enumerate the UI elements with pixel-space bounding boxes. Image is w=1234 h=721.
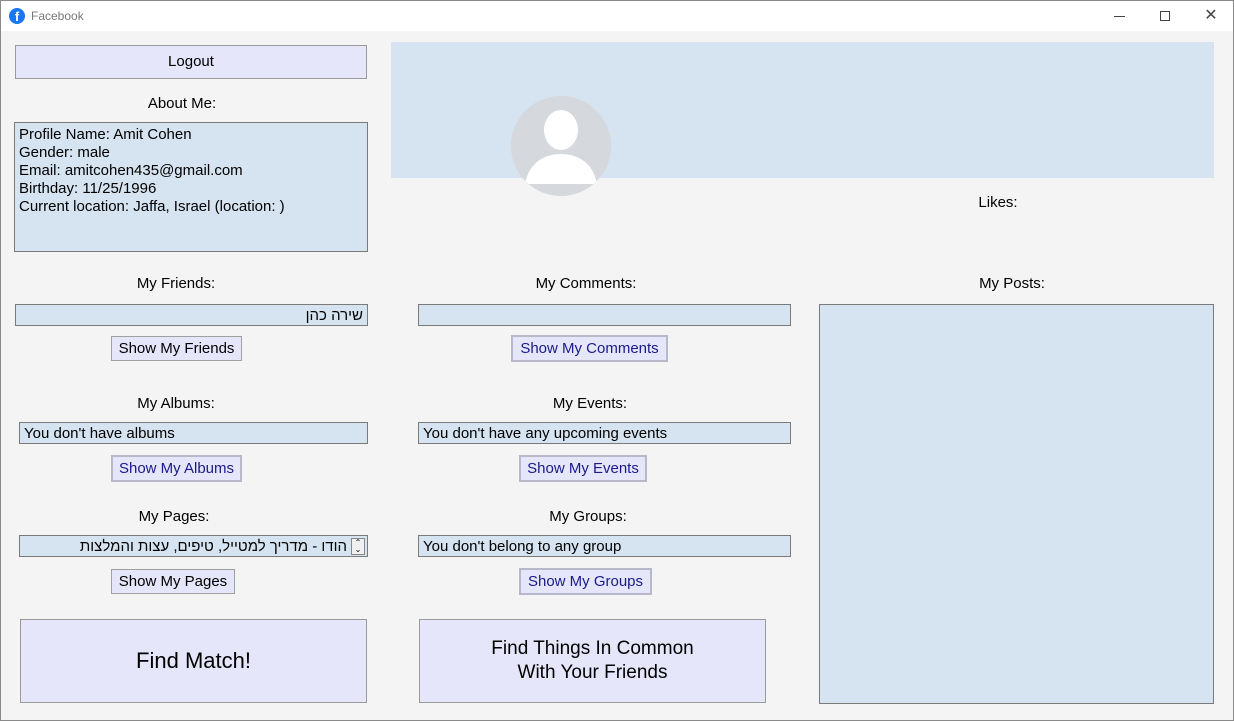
logout-button[interactable]: Logout: [15, 45, 367, 79]
find-things-in-common-button[interactable]: Find Things In Common With Your Friends: [419, 619, 766, 703]
my-pages-label: My Pages:: [138, 508, 210, 525]
find-common-line-1: Find Things In Common: [491, 638, 694, 659]
groups-combobox[interactable]: You don't belong to any group: [418, 535, 791, 557]
find-common-line-2: With Your Friends: [517, 662, 668, 683]
my-groups-label: My Groups:: [549, 508, 627, 525]
likes-label: Likes:: [978, 194, 1018, 211]
maximize-button[interactable]: [1142, 1, 1188, 31]
minimize-button[interactable]: [1096, 1, 1142, 31]
events-combobox[interactable]: You don't have any upcoming events: [418, 422, 791, 444]
about-me-textbox[interactable]: Profile Name: Amit Cohen Gender: male Em…: [14, 122, 368, 252]
about-line: Gender: male: [19, 144, 110, 161]
about-me-label: About Me:: [147, 95, 217, 112]
show-my-friends-button[interactable]: Show My Friends: [111, 336, 242, 361]
updown-icon[interactable]: ⌃ ⌄: [351, 538, 365, 555]
pages-value: הודו - מדריך למטייל, טיפים, עצות והמלצות: [79, 537, 347, 555]
posts-listbox[interactable]: [819, 304, 1214, 704]
profile-picture: [511, 96, 611, 196]
about-line: Email: amitcohen435@gmail.com: [19, 162, 243, 179]
my-albums-label: My Albums:: [137, 395, 215, 412]
facebook-logo-icon: f: [9, 8, 25, 24]
about-line: Profile Name: Amit Cohen: [19, 126, 192, 143]
show-my-groups-button[interactable]: Show My Groups: [519, 568, 652, 595]
friends-combobox[interactable]: שירה כהן: [15, 304, 368, 326]
minimize-icon: [1113, 15, 1125, 17]
close-icon: ✕: [1204, 7, 1218, 24]
my-posts-label: My Posts:: [979, 275, 1045, 292]
show-my-events-button[interactable]: Show My Events: [519, 455, 647, 482]
my-comments-label: My Comments:: [535, 275, 637, 292]
show-my-comments-button[interactable]: Show My Comments: [511, 335, 668, 362]
show-my-pages-button[interactable]: Show My Pages: [111, 569, 235, 594]
maximize-icon: [1160, 11, 1170, 21]
find-match-button[interactable]: Find Match!: [20, 619, 367, 703]
comments-combobox[interactable]: [418, 304, 791, 326]
app-window: f Facebook ✕ Logout About Me: Profile Na…: [0, 0, 1234, 721]
about-line: Current location: Jaffa, Israel (locatio…: [19, 198, 285, 215]
close-button[interactable]: ✕: [1188, 1, 1234, 31]
albums-combobox[interactable]: You don't have albums: [19, 422, 368, 444]
show-my-albums-button[interactable]: Show My Albums: [111, 455, 242, 482]
about-line: Birthday: 11/25/1996: [19, 180, 157, 197]
title-bar: f Facebook ✕: [1, 1, 1233, 31]
my-events-label: My Events:: [552, 395, 628, 412]
pages-spinner[interactable]: הודו - מדריך למטייל, טיפים, עצות והמלצות…: [19, 535, 368, 557]
window-title: Facebook: [31, 9, 84, 23]
my-friends-label: My Friends:: [136, 275, 216, 292]
default-avatar-icon: [511, 96, 611, 196]
